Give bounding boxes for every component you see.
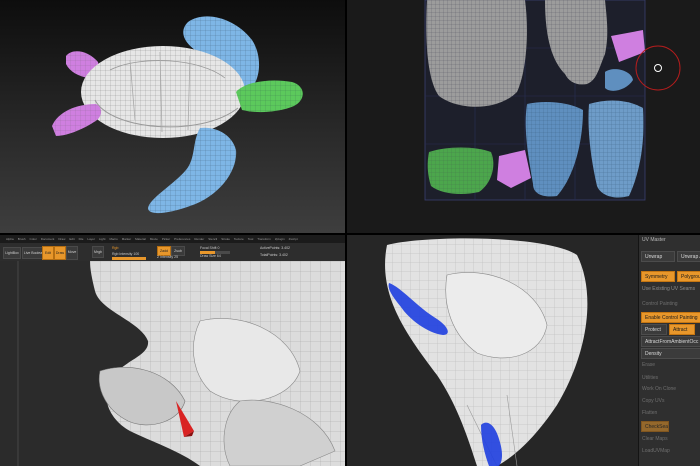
- menu-item[interactable]: Picker: [162, 237, 170, 241]
- rear-flipper-magenta-bottom: [52, 104, 102, 136]
- uv-master-panel: UV Master Unwrap Unwrap All Symmetry Pol…: [638, 235, 700, 466]
- unwrap-all-button[interactable]: Unwrap All: [677, 251, 700, 262]
- use-existing-seams-toggle[interactable]: Use Existing UV Seams: [642, 286, 695, 292]
- menu-item[interactable]: Render: [194, 237, 204, 241]
- sculpt-canvas[interactable]: [0, 261, 345, 466]
- work-on-clone-button[interactable]: Work On Clone: [642, 386, 676, 392]
- z-intensity-label: Z Intensity 25: [157, 255, 179, 259]
- menu-item[interactable]: Stencil: [208, 237, 217, 241]
- erase-button[interactable]: Erase: [642, 362, 655, 368]
- protect-button[interactable]: Protect: [641, 324, 667, 335]
- menu-item[interactable]: Texture: [234, 237, 244, 241]
- menu-item[interactable]: Tool: [248, 237, 254, 241]
- menu-item[interactable]: Edit: [69, 237, 74, 241]
- panel-header: UV Master: [642, 237, 666, 243]
- menu-item[interactable]: Zscript: [289, 237, 298, 241]
- move-button[interactable]: Move: [66, 246, 78, 260]
- attract-button[interactable]: Attract: [669, 324, 695, 335]
- menu-item[interactable]: Document: [41, 237, 55, 241]
- menu-item[interactable]: Material: [135, 237, 146, 241]
- menu-item[interactable]: Preferences: [174, 237, 190, 241]
- symmetry-toggle[interactable]: Symmetry: [641, 271, 675, 282]
- menu-item[interactable]: Stroke: [221, 237, 230, 241]
- menu-item[interactable]: Brush: [18, 237, 26, 241]
- control-painting-header: Control Painting: [642, 301, 678, 307]
- menu-item[interactable]: Marker: [122, 237, 131, 241]
- menu-item[interactable]: File: [79, 237, 84, 241]
- polygroups-toggle[interactable]: Polygroups: [677, 271, 700, 282]
- density-slider[interactable]: Density: [641, 348, 700, 359]
- utilities-header: Utilities: [642, 375, 659, 381]
- paint-canvas[interactable]: [347, 235, 638, 466]
- uv-layout-view[interactable]: [347, 0, 700, 233]
- menu-item[interactable]: Zplugin: [275, 237, 285, 241]
- menu-item[interactable]: Draw: [58, 237, 65, 241]
- focal-shift-label: Focal Shift 0: [200, 246, 220, 250]
- flatten-button[interactable]: Flatten: [642, 410, 657, 416]
- copy-uvs-button[interactable]: Copy UVs: [642, 398, 665, 404]
- menu-item[interactable]: Movie: [150, 237, 158, 241]
- menu-bar[interactable]: Alpha Brush Color Document Draw Edit Fil…: [0, 235, 345, 243]
- quadrant-divider-horizontal: [0, 233, 700, 235]
- lightbox-button[interactable]: LightBox: [3, 247, 21, 259]
- draw-button[interactable]: Draw: [54, 246, 66, 260]
- rgb-intensity-label: Rgb Intensity 100: [112, 252, 140, 256]
- mrgb-button[interactable]: Mrgb: [92, 246, 104, 258]
- uv-shell-island: [426, 0, 527, 107]
- load-uv-map-button[interactable]: LoadUVMap: [642, 448, 670, 454]
- menu-item[interactable]: Transform: [257, 237, 271, 241]
- menu-item[interactable]: Macro: [109, 237, 117, 241]
- uv-green-island: [427, 147, 494, 194]
- zbrush-sculpt-view[interactable]: Alpha Brush Color Document Draw Edit Fil…: [0, 235, 345, 466]
- uv-map: [424, 0, 681, 201]
- checkseams-button[interactable]: CheckSeams: [641, 421, 669, 432]
- lower-flipper-blue: [148, 127, 237, 214]
- menu-item[interactable]: Color: [30, 237, 37, 241]
- rgb-intensity-slider[interactable]: [112, 257, 146, 260]
- attract-from-ambient-button[interactable]: AttractFromAmbientOcc: [641, 336, 700, 347]
- turtle-viewport[interactable]: [0, 0, 345, 233]
- edit-button[interactable]: Edit: [42, 246, 54, 260]
- menu-item[interactable]: Alpha: [6, 237, 14, 241]
- total-points-label: TotalPoints: 3.402: [260, 253, 288, 257]
- clear-maps-button[interactable]: Clear Maps: [642, 436, 668, 442]
- unwrap-button[interactable]: Unwrap: [641, 251, 675, 262]
- rgb-toggle[interactable]: Rgb: [112, 246, 118, 250]
- menu-item[interactable]: Light: [99, 237, 106, 241]
- shell-white: [81, 46, 245, 138]
- menu-item[interactable]: Layer: [87, 237, 95, 241]
- enable-control-painting-button[interactable]: Enable Control Painting: [641, 312, 700, 323]
- turtle-model[interactable]: [0, 0, 345, 233]
- active-points-label: ActivePoints: 3.402: [260, 246, 290, 250]
- control-painting-view[interactable]: UV Master Unwrap Unwrap All Symmetry Pol…: [347, 235, 700, 466]
- draw-size-label: Draw Size 64: [200, 254, 221, 258]
- top-toolbar: LightBox Live Boolean Edit Draw Move Mrg…: [0, 243, 345, 262]
